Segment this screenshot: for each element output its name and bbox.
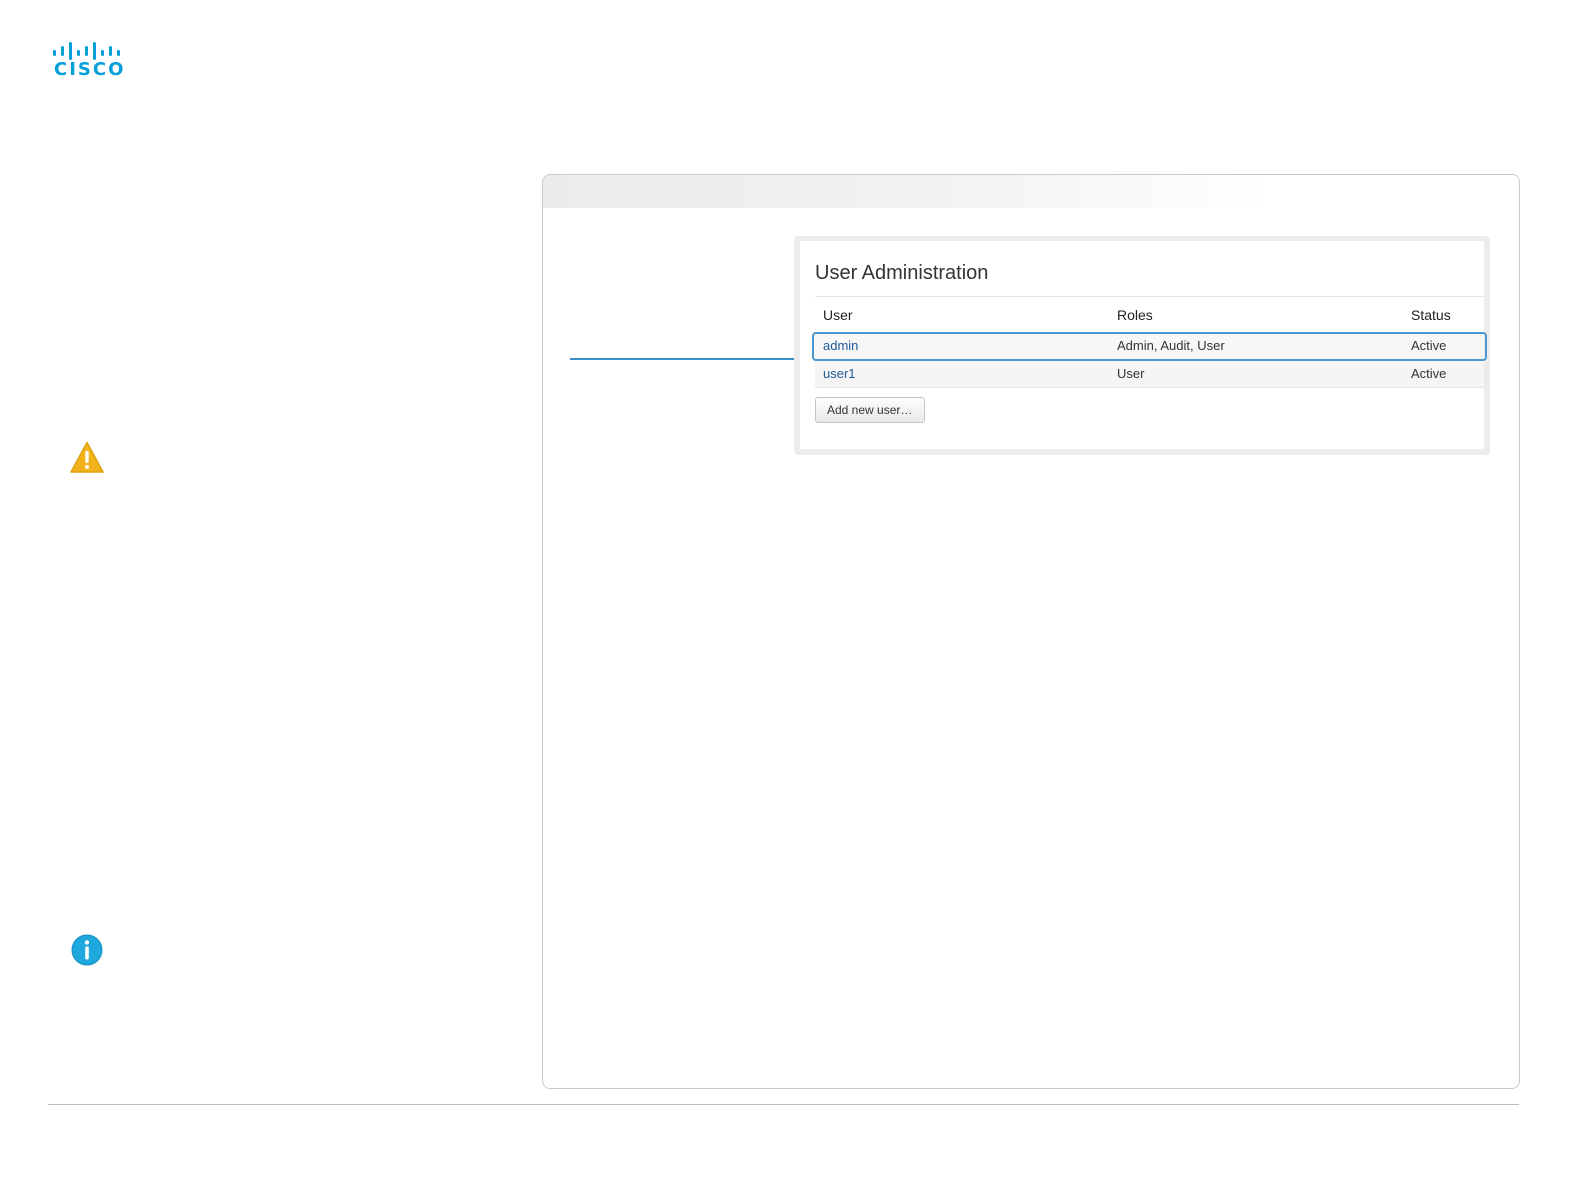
user-link-user1[interactable]: user1: [823, 361, 856, 387]
user-status: Active: [1411, 338, 1447, 353]
user-roles: Admin, Audit, User: [1117, 338, 1225, 353]
column-header-status[interactable]: Status: [1411, 297, 1451, 333]
cisco-logo: CISCO: [52, 42, 126, 80]
bottom-divider: [48, 1104, 1519, 1105]
column-header-user[interactable]: User: [823, 297, 853, 333]
user-status: Active: [1411, 366, 1447, 381]
user-roles: User: [1117, 366, 1145, 381]
cisco-bridge-logo-icon: [53, 42, 120, 60]
frame-topbar: [543, 175, 1519, 208]
user-link-admin[interactable]: admin: [823, 333, 858, 359]
panel-title: User Administration: [815, 262, 989, 284]
table-header: User Roles Status: [815, 296, 1484, 333]
warning-triangle-icon: [70, 441, 104, 474]
cisco-wordmark: CISCO: [54, 59, 126, 80]
table-row[interactable]: admin Admin, Audit, User Active: [815, 333, 1484, 359]
table-row[interactable]: user1 User Active: [815, 361, 1484, 388]
add-new-user-button[interactable]: Add new user…: [815, 397, 925, 423]
callout-line: [570, 358, 816, 360]
column-header-roles[interactable]: Roles: [1117, 297, 1153, 333]
info-circle-icon: [71, 934, 103, 966]
